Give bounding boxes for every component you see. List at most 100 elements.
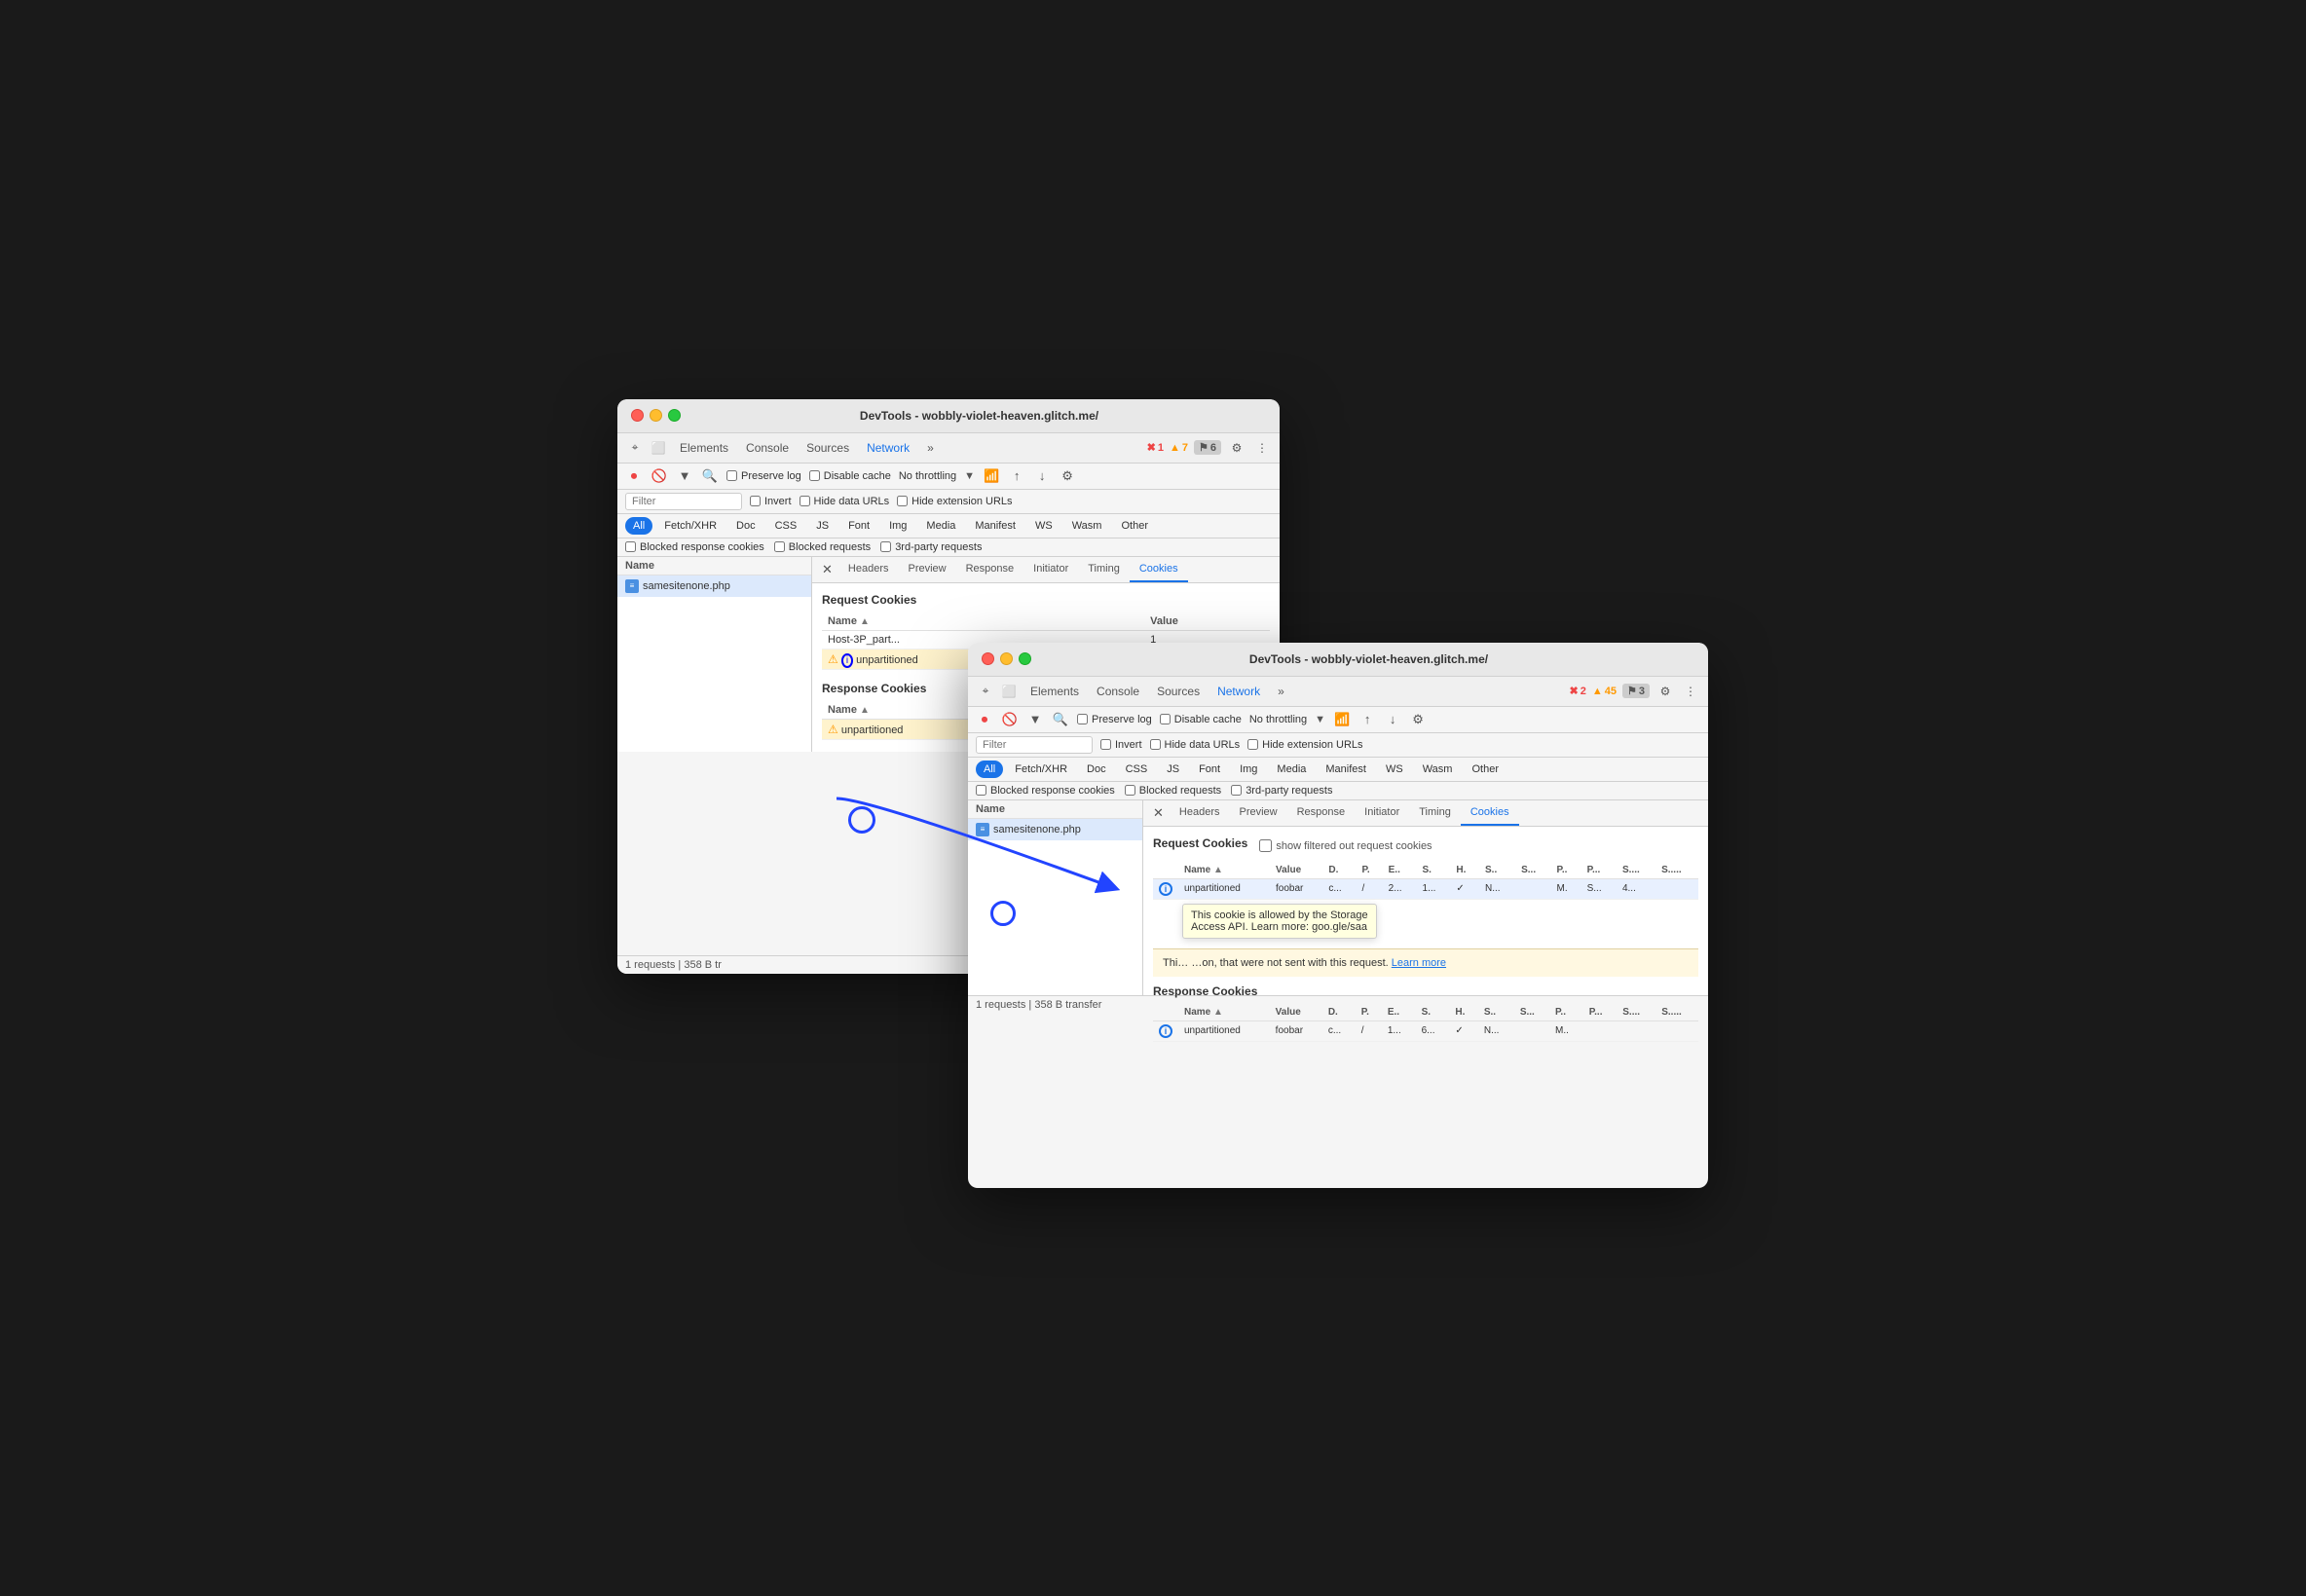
tab-preview-front[interactable]: Preview [1229, 800, 1286, 826]
third-party-front[interactable]: 3rd-party requests [1231, 785, 1332, 797]
disable-cache-check-back[interactable] [809, 470, 820, 481]
resp-col-p-front[interactable]: P. [1356, 1004, 1382, 1021]
hide-data-check-front[interactable] [1150, 739, 1161, 750]
col-name-header-back[interactable]: Name ▲ [822, 612, 1144, 631]
invert-check-back[interactable] [750, 496, 761, 506]
throttle-select-front[interactable]: No throttling [1249, 714, 1307, 725]
minimize-button-back[interactable] [650, 409, 662, 422]
hide-ext-check-back[interactable] [897, 496, 908, 506]
type-css-back[interactable]: CSS [767, 517, 805, 535]
resp-col-val-front[interactable]: Value [1270, 1004, 1322, 1021]
hide-ext-check-front[interactable] [1247, 739, 1258, 750]
close-button-front[interactable] [982, 652, 994, 665]
type-ws-back[interactable]: WS [1027, 517, 1060, 535]
resp-col-s5-front[interactable]: S..... [1655, 1004, 1698, 1021]
resp-col-s3-front[interactable]: S... [1514, 1004, 1549, 1021]
clear-icon-back[interactable]: 🚫 [651, 467, 668, 485]
invert-label-front[interactable]: Invert [1100, 739, 1142, 751]
tab-cookies-front[interactable]: Cookies [1461, 800, 1519, 826]
type-fetch-back[interactable]: Fetch/XHR [656, 517, 725, 535]
tab-headers-back[interactable]: Headers [838, 557, 899, 582]
tab-more-front[interactable]: » [1270, 681, 1292, 702]
third-party-back[interactable]: 3rd-party requests [880, 541, 982, 553]
resp-col-d-front[interactable]: D. [1322, 1004, 1356, 1021]
tab-preview-back[interactable]: Preview [898, 557, 955, 582]
blocked-resp-front[interactable]: Blocked response cookies [976, 785, 1115, 797]
tab-initiator-back[interactable]: Initiator [1023, 557, 1078, 582]
tab-console-front[interactable]: Console [1089, 681, 1147, 702]
show-filtered-label-front[interactable]: show filtered out request cookies [1259, 839, 1432, 852]
col-name-front[interactable]: Name ▲ [1178, 862, 1270, 879]
filter-icon-front[interactable]: ▼ [1026, 711, 1044, 728]
filter-icon-back[interactable]: ▼ [676, 467, 693, 485]
col-value-header-back[interactable]: Value [1144, 612, 1270, 631]
tab-sources-front[interactable]: Sources [1149, 681, 1208, 702]
blocked-requests-back[interactable]: Blocked requests [774, 541, 871, 553]
resp-col-h-front[interactable]: H. [1449, 1004, 1478, 1021]
tab-timing-front[interactable]: Timing [1409, 800, 1461, 826]
tab-cookies-back[interactable]: Cookies [1130, 557, 1188, 582]
type-ws-front[interactable]: WS [1378, 761, 1411, 778]
stop-icon-front[interactable]: ⏺ [976, 711, 993, 728]
type-manifest-front[interactable]: Manifest [1318, 761, 1374, 778]
tab-response-back[interactable]: Response [956, 557, 1024, 582]
hide-data-check-back[interactable] [800, 496, 810, 506]
type-img-back[interactable]: Img [881, 517, 914, 535]
hide-data-label-front[interactable]: Hide data URLs [1150, 739, 1241, 751]
resp-col-p2-front[interactable]: P.. [1549, 1004, 1583, 1021]
upload-icon-front[interactable]: ↑ [1358, 711, 1376, 728]
col-s3-front[interactable]: S... [1515, 862, 1550, 879]
throttle-select-back[interactable]: No throttling [899, 470, 956, 482]
col-d-front[interactable]: D. [1322, 862, 1356, 879]
type-css-front[interactable]: CSS [1118, 761, 1156, 778]
type-all-back[interactable]: All [625, 517, 652, 535]
disable-cache-label-back[interactable]: Disable cache [809, 470, 891, 482]
type-js-front[interactable]: JS [1159, 761, 1187, 778]
tab-network-back[interactable]: Network [859, 437, 917, 459]
col-p3-front[interactable]: P... [1581, 862, 1617, 879]
tab-response-front[interactable]: Response [1287, 800, 1356, 826]
learn-more-link-front[interactable]: Learn more [1392, 957, 1446, 969]
col-val-front[interactable]: Value [1270, 862, 1322, 879]
tab-network-front[interactable]: Network [1209, 681, 1268, 702]
preserve-log-label-front[interactable]: Preserve log [1077, 714, 1152, 725]
resp-col-s-front[interactable]: S. [1416, 1004, 1450, 1021]
tab-headers-front[interactable]: Headers [1170, 800, 1230, 826]
invert-check-front[interactable] [1100, 739, 1111, 750]
file-item-front[interactable]: ≡ samesitenone.php [968, 819, 1142, 840]
table-row[interactable]: i unpartitioned foobar c... / 2... 1... … [1153, 878, 1698, 899]
disable-cache-label-front[interactable]: Disable cache [1160, 714, 1242, 725]
col-e-front[interactable]: E.. [1383, 862, 1417, 879]
hide-extension-label-back[interactable]: Hide extension URLs [897, 496, 1012, 507]
settings2-icon-front[interactable]: ⚙ [1409, 711, 1427, 728]
fullscreen-button-front[interactable] [1019, 652, 1031, 665]
type-media-back[interactable]: Media [918, 517, 963, 535]
minimize-button-front[interactable] [1000, 652, 1013, 665]
disable-cache-check-front[interactable] [1160, 714, 1171, 724]
type-js-back[interactable]: JS [808, 517, 837, 535]
type-wasm-back[interactable]: Wasm [1064, 517, 1110, 535]
device-icon-front[interactable]: ⬜ [999, 682, 1019, 701]
col-s4-front[interactable]: S.... [1617, 862, 1655, 879]
settings-icon-back[interactable]: ⚙ [1227, 438, 1246, 458]
type-img-front[interactable]: Img [1232, 761, 1265, 778]
col-p2-front[interactable]: P.. [1550, 862, 1581, 879]
resp-cookies-scroll-front[interactable]: Name ▲ Value D. P. E.. S. H. S.. S... [1153, 1004, 1698, 1054]
type-manifest-back[interactable]: Manifest [967, 517, 1023, 535]
type-doc-front[interactable]: Doc [1079, 761, 1114, 778]
wifi-icon-front[interactable]: 📶 [1333, 711, 1351, 728]
close-detail-front[interactable]: ✕ [1147, 801, 1170, 825]
blocked-resp-cookies-back[interactable]: Blocked response cookies [625, 541, 764, 553]
device-icon-back[interactable]: ⬜ [649, 438, 668, 458]
tab-initiator-front[interactable]: Initiator [1355, 800, 1409, 826]
type-all-front[interactable]: All [976, 761, 1003, 778]
hide-data-urls-label-back[interactable]: Hide data URLs [800, 496, 890, 507]
table-row[interactable]: i unpartitioned foobar c... / 1... 6... … [1153, 1021, 1698, 1041]
col-s-front[interactable]: S. [1417, 862, 1451, 879]
tab-console-back[interactable]: Console [738, 437, 797, 459]
tab-sources-back[interactable]: Sources [799, 437, 857, 459]
col-s5-front[interactable]: S..... [1655, 862, 1698, 879]
resp-col-s4-front[interactable]: S.... [1617, 1004, 1655, 1021]
close-detail-back[interactable]: ✕ [816, 558, 838, 581]
filter-input-front[interactable] [976, 736, 1093, 754]
